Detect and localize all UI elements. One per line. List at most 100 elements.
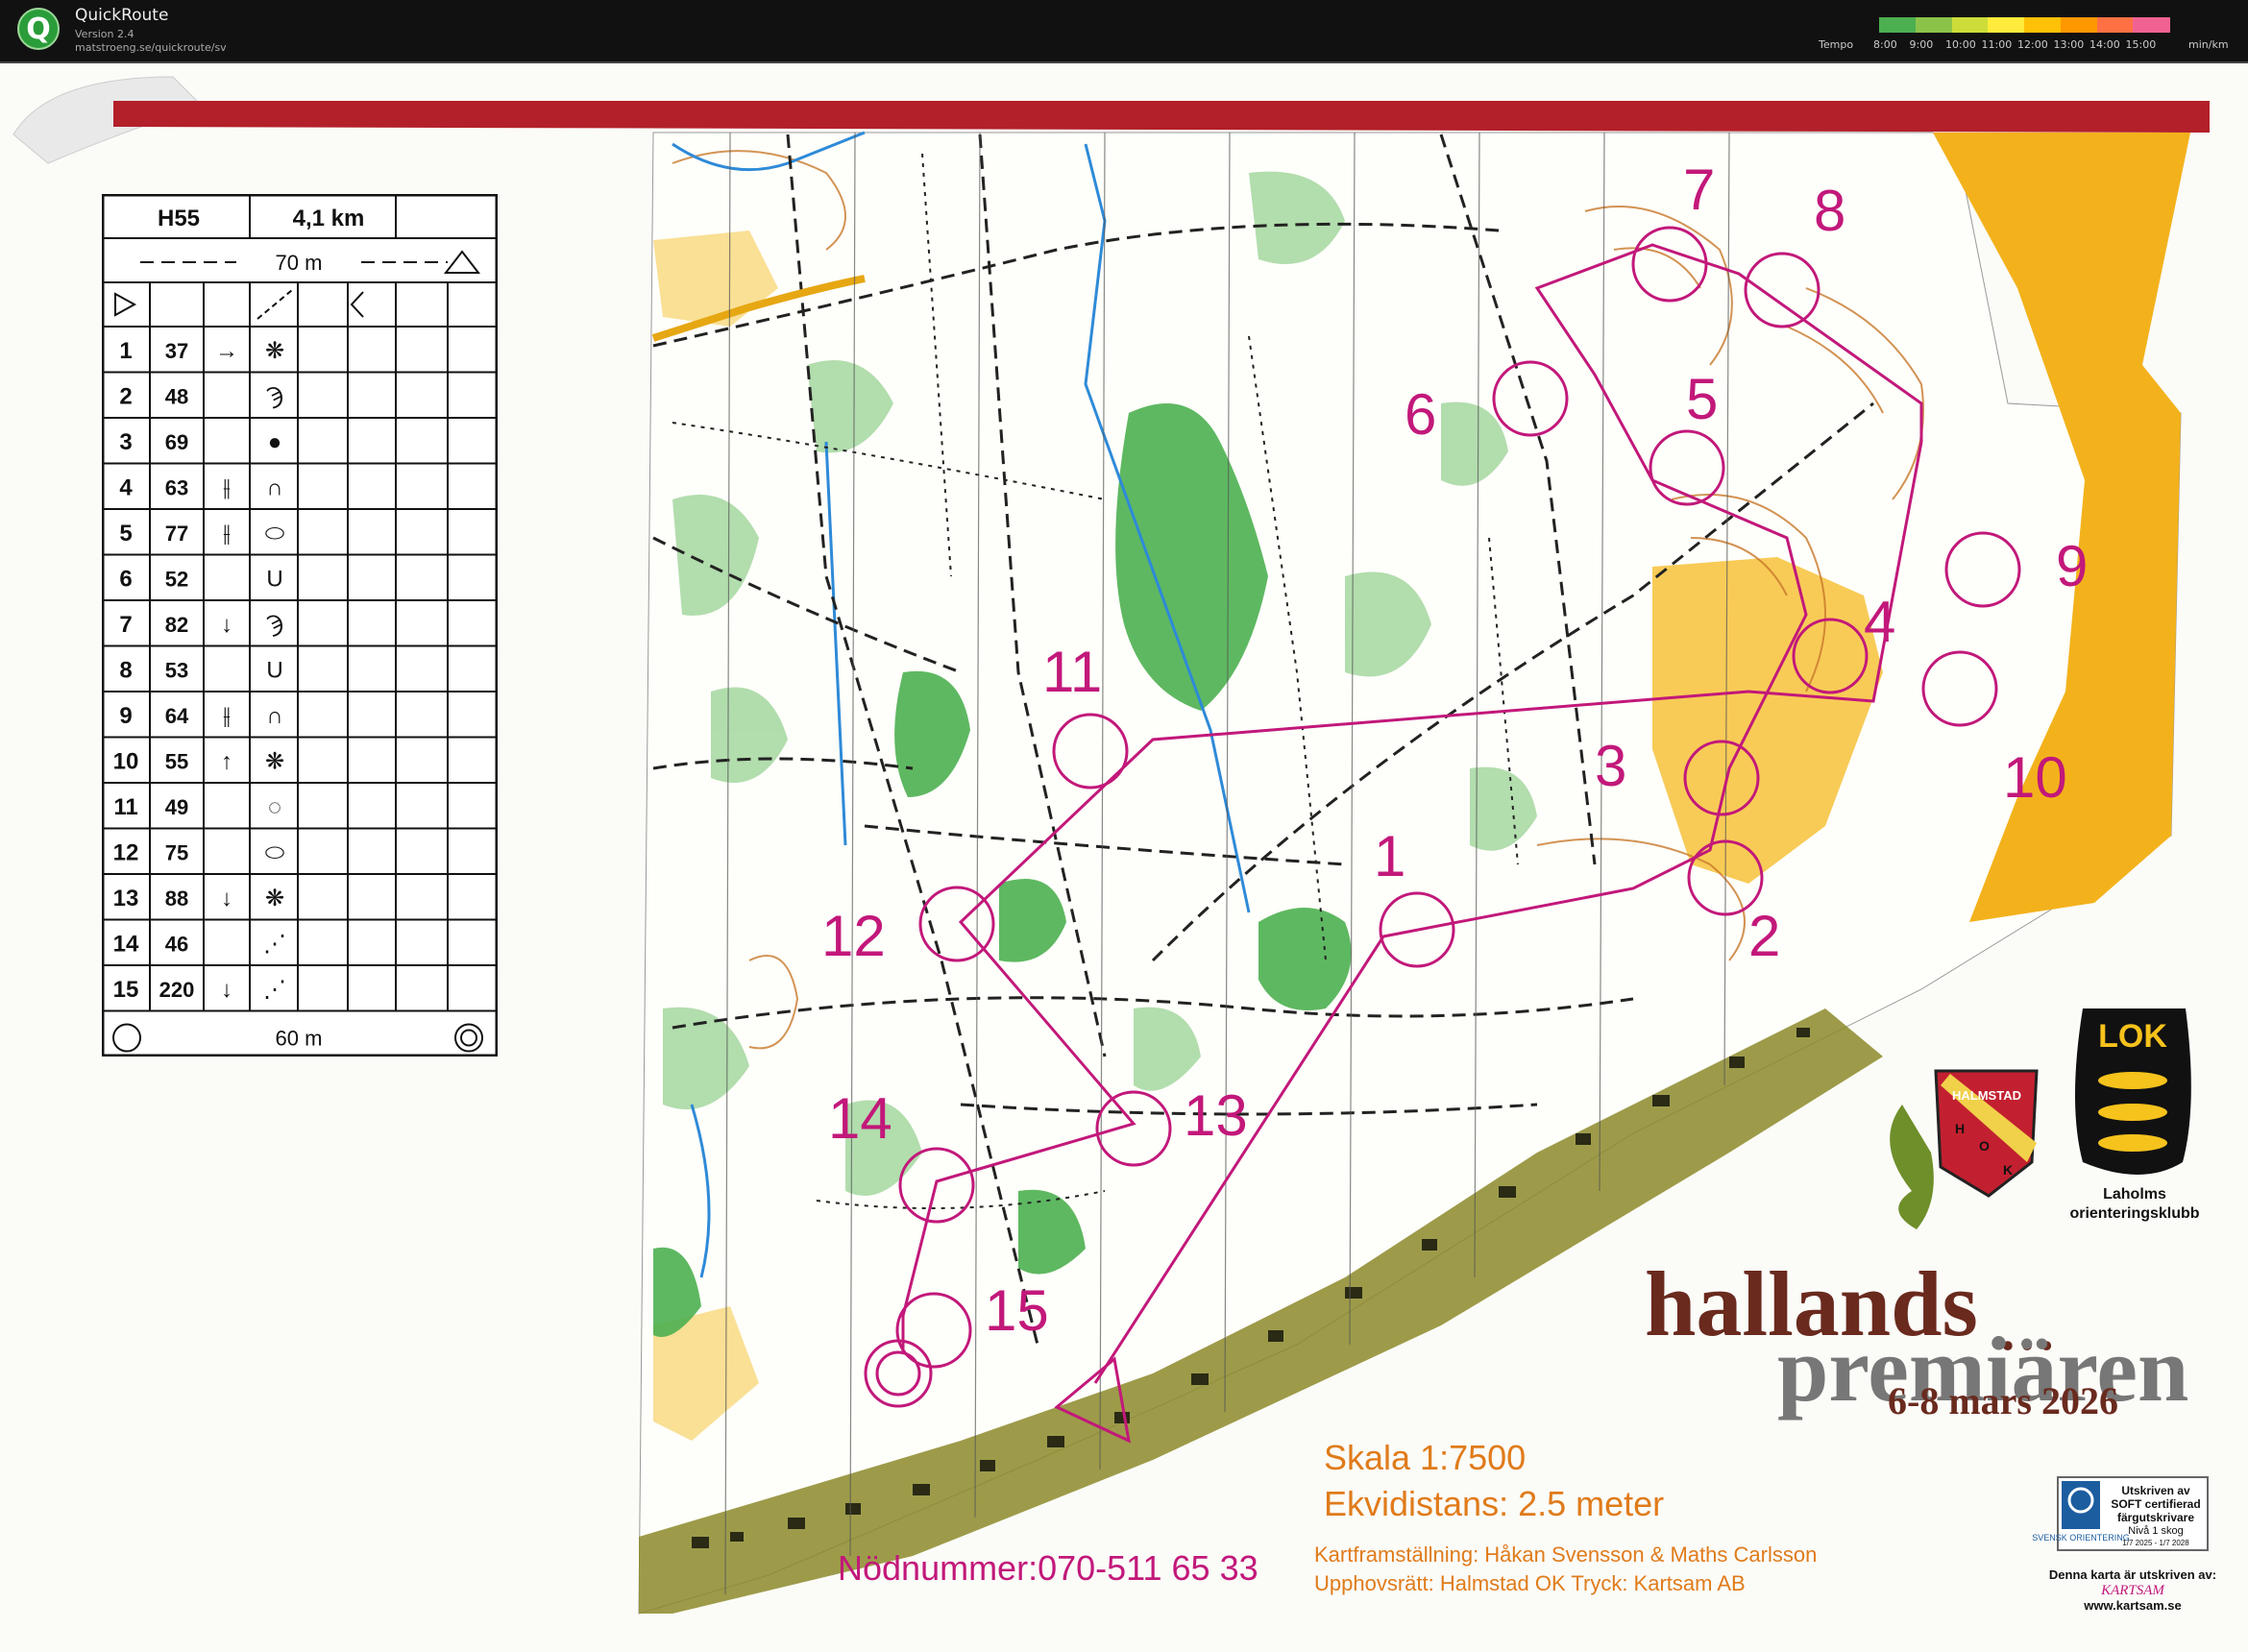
laholms-name-1: Laholms [2103,1186,2166,1203]
control-code: 49 [165,795,188,819]
control-code: 69 [165,430,188,454]
soft-badge-title: Utskriven av [2121,1484,2190,1497]
tempo-color-swatch [2060,17,2098,33]
control-label-13: 13 [1184,1083,1248,1148]
control-number: 5 [119,521,132,547]
control-feature: ⬭ [265,839,285,865]
control-number: 4 [119,474,133,500]
control-label-15: 15 [985,1278,1049,1343]
control-number: 14 [113,931,139,957]
tempo-tick: 12:00 [2017,38,2048,51]
control-feature: Ϡ [266,612,283,638]
tempo-color-swatch [2133,17,2170,33]
control-feature: ∩ [266,703,282,729]
control-feature: U [266,566,282,592]
map-credits-2: Upphovsrätt: Halmstad OK Tryck: Kartsam … [1314,1571,1746,1595]
control-number: 15 [113,977,139,1003]
halmstad-logo-letter-o: O [1979,1138,1990,1154]
tempo-unit: min/km [2188,38,2229,51]
app-version: Version 2.4 [75,28,134,40]
control-direction: ↑ [221,748,232,774]
finish-taping-distance: 60 m [276,1027,323,1051]
start-taping-distance: 70 m [276,251,323,275]
control-label-12: 12 [821,904,886,968]
soft-badge-line3: färgutskrivare [2117,1511,2194,1524]
control-feature: ⬭ [265,521,285,547]
contour-interval: Ekvidistans: 2.5 meter [1324,1484,1664,1523]
control-direction: ⫲ [223,703,231,729]
control-number: 8 [119,657,132,683]
printer-notice: Denna karta är utskriven av: [2049,1567,2216,1582]
control-number: 6 [119,566,132,592]
control-code: 220 [159,978,195,1002]
soft-badge-line4: Nivå 1 skog [2128,1525,2183,1537]
tempo-tick: 13:00 [2053,38,2085,51]
soft-certified-badge: SVENSK ORIENTERING Utskriven av SOFT cer… [2032,1476,2209,1551]
tempo-color-swatch [2024,17,2062,33]
tempo-color-swatch [1879,17,1917,33]
app-url: matstroeng.se/quickroute/sv [75,41,227,54]
control-code: 37 [165,339,188,363]
control-description-sheet: H55 4,1 km 70 m 1 3 7 → ❋ 2 48 Ϡ 3 69 ● 4 63 ⫲ ∩ 5 77 ⫲ ⬭ 6 52 U… [102,194,498,1057]
control-label-7: 7 [1683,158,1715,222]
control-feature: ❋ [265,748,284,774]
control-label-11: 11 [1042,640,1102,704]
control-label-8: 8 [1814,179,1845,243]
control-label-9: 9 [2056,534,2088,598]
course-class: H55 [158,206,200,231]
control-number: 12 [113,839,139,865]
control-number: 13 [113,886,139,911]
tempo-tick: 8:00 [1873,38,1897,51]
control-number: 10 [113,748,139,774]
laholms-name-2: orienteringsklubb [2069,1205,2199,1222]
tempo-tick: 14:00 [2089,38,2120,51]
map-scale: Skala 1:7500 [1324,1438,1526,1477]
map-credits-1: Kartframställning: Håkan Svensson & Math… [1314,1543,1817,1567]
control-number: 7 [119,612,132,638]
control-label-2: 2 [1748,904,1780,968]
soft-badge-line2: SOFT certifierad [2111,1497,2200,1511]
printer-url: www.kartsam.se [2083,1598,2181,1613]
control-feature: U [266,657,282,683]
halmstad-logo-text: HALMSTAD [1952,1088,2021,1103]
tempo-tick: 11:00 [1981,38,2013,51]
control-feature: Ϡ [266,383,283,409]
tempo-tick: 9:00 [1909,38,1934,51]
emergency-number: Nödnummer:070-511 65 33 [838,1548,1258,1588]
tempo-color-swatch [1915,17,1953,33]
control-label-5: 5 [1686,367,1718,431]
soft-badge-org: SVENSK ORIENTERING [2032,1533,2130,1543]
control-feature: ◌ [268,794,281,820]
tempo-tick: 10:00 [1945,38,1976,51]
control-label-14: 14 [828,1086,892,1151]
control-number: 3 [119,429,132,455]
control-code: 48 [165,384,188,408]
control-label-3: 3 [1595,734,1626,798]
control-feature: ❋ [265,886,284,911]
control-code: 77 [165,522,188,546]
kartsam-logo: KARTSAM [2100,1583,2165,1598]
titlebar: Q QuickRoute Version 2.4 matstroeng.se/q… [0,0,2248,63]
lok-logo-text: LOK [2098,1018,2167,1055]
soft-badge-line5: 1/7 2025 - 1/7 2028 [2122,1539,2189,1547]
control-code: 46 [165,932,188,956]
control-code: 52 [165,567,188,591]
app-title: QuickRoute [75,6,169,25]
control-direction: ⫲ [223,521,231,547]
control-direction: → [215,338,238,364]
control-direction: ⫲ [223,474,231,500]
tempo-color-swatch [1988,17,2025,33]
control-code: 82 [165,613,188,637]
control-number: 2 [119,383,132,409]
control-feature: ⋰ [263,931,286,957]
tempo-color-swatch [2096,17,2135,33]
tempo-label: Tempo [1819,38,1854,51]
control-code: 63 [165,475,188,499]
control-label-4: 4 [1864,590,1895,654]
control-feature: ● [268,429,282,455]
control-label-1: 1 [1374,824,1405,888]
control-number: 11 [113,794,137,820]
event-dates: 6-8 mars 2026 [1888,1379,2118,1422]
course-length: 4,1 km [293,206,365,231]
control-feature: ⋰ [263,977,286,1003]
